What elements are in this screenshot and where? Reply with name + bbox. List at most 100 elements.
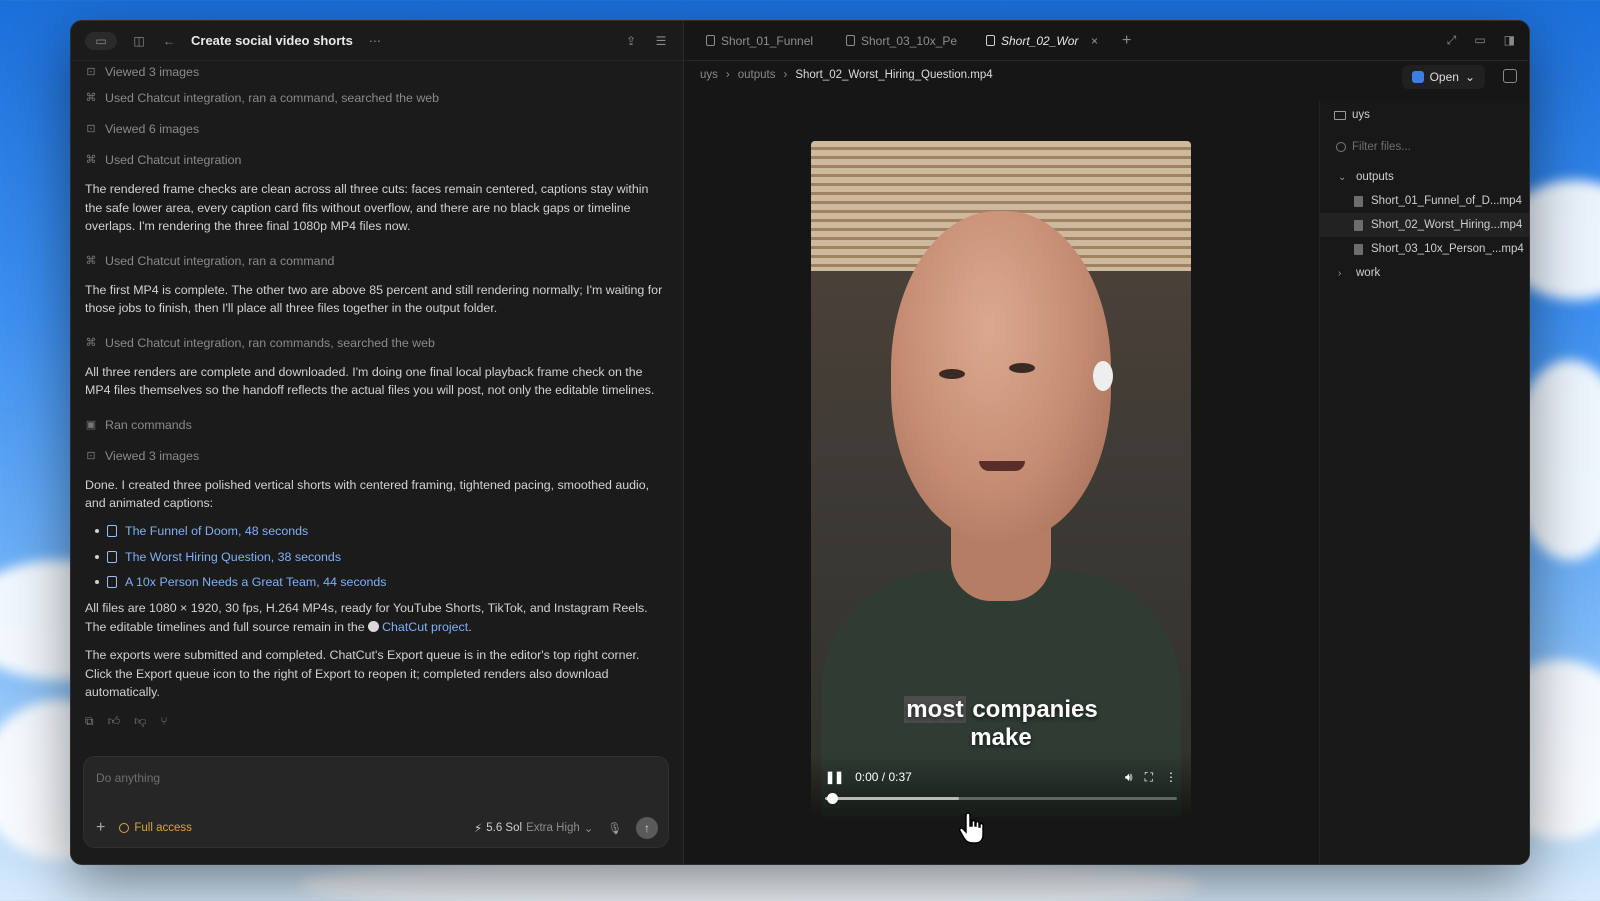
video-speaker-head bbox=[891, 211, 1111, 541]
warning-icon bbox=[119, 823, 130, 833]
conversation-pane: ▭ ◫ ← Create social video shorts ⋯ ⇪ ☰ ⊡… bbox=[71, 21, 684, 864]
close-icon[interactable]: × bbox=[1091, 34, 1098, 48]
folder-outputs[interactable]: ⌄ outputs bbox=[1320, 165, 1529, 189]
terminal-icon: ▣ bbox=[85, 418, 97, 431]
message-text: All files are 1080 × 1920, 30 fps, H.264… bbox=[85, 601, 648, 634]
app-window: ▭ ◫ ← Create social video shorts ⋯ ⇪ ☰ ⊡… bbox=[70, 20, 1530, 865]
send-button[interactable]: ↑ bbox=[636, 817, 658, 839]
integration-icon: ⌘ bbox=[85, 336, 97, 349]
file-row-selected[interactable]: Short_02_Worst_Hiring...mp4 bbox=[1320, 213, 1529, 237]
copy-path-icon[interactable] bbox=[1503, 69, 1517, 83]
breadcrumb-file: Short_02_Worst_Hiring_Question.mp4 bbox=[795, 69, 993, 81]
back-arrow-icon[interactable]: ← bbox=[161, 33, 177, 49]
image-icon: ⊡ bbox=[86, 123, 96, 136]
microphone-icon[interactable]: 🎙︎ bbox=[607, 821, 622, 835]
file-icon bbox=[1354, 219, 1363, 231]
activity-item[interactable]: ⌘ Used Chatcut integration bbox=[85, 145, 669, 176]
video-seek-handle[interactable] bbox=[827, 793, 839, 804]
assistant-message: The first MP4 is complete. The other two… bbox=[85, 282, 663, 316]
activity-item[interactable]: ⊡ Viewed 3 images bbox=[85, 441, 669, 472]
thumbs-down-icon[interactable]: 👎︎ bbox=[134, 712, 146, 731]
panel-icon[interactable]: ◫ bbox=[131, 33, 147, 49]
new-tab-button[interactable]: + bbox=[1112, 32, 1141, 50]
filter-files-input[interactable]: Filter files... bbox=[1328, 135, 1521, 159]
file-name: Short_01_Funnel_of_D...mp4 bbox=[1371, 195, 1522, 207]
pause-button[interactable]: ❚❚ bbox=[825, 770, 844, 784]
assistant-message: All three renders are complete and downl… bbox=[85, 364, 655, 398]
file-link[interactable]: A 10x Person Needs a Great Team, 44 seco… bbox=[95, 570, 669, 596]
activity-item[interactable]: ⌘ Used Chatcut integration, ran a comman… bbox=[85, 246, 669, 277]
copy-icon[interactable]: ⧉ bbox=[85, 712, 94, 731]
open-button[interactable]: Open ⌄ bbox=[1401, 65, 1485, 89]
model-selector[interactable]: ⚡︎ 5.6 Sol Extra High ⌄ bbox=[474, 821, 593, 835]
activity-label: Ran commands bbox=[105, 417, 192, 432]
tab-bar: Short_01_Funnel Short_03_10x_Pe Short_02… bbox=[684, 21, 1529, 61]
split-panel-icon[interactable]: ◨ bbox=[1504, 33, 1515, 48]
preview-pane: Short_01_Funnel Short_03_10x_Pe Short_02… bbox=[684, 21, 1529, 864]
thumbs-up-icon[interactable]: 👍︎ bbox=[108, 712, 121, 731]
folder-work[interactable]: › work bbox=[1320, 261, 1529, 285]
expand-icon[interactable]: ⤢ bbox=[1447, 33, 1457, 48]
chevron-down-icon: ⌄ bbox=[1464, 70, 1475, 84]
activity-label: Viewed 3 images bbox=[105, 448, 200, 463]
file-icon bbox=[107, 525, 117, 538]
activity-item[interactable]: ⌘ Used Chatcut integration, ran commands… bbox=[85, 328, 669, 359]
file-explorer-root[interactable]: uys bbox=[1320, 101, 1529, 129]
thread-title[interactable]: Create social video shorts bbox=[191, 33, 353, 48]
file-icon bbox=[1354, 195, 1363, 207]
model-name: 5.6 Sol bbox=[486, 822, 523, 834]
chevron-right-icon: › bbox=[783, 69, 788, 81]
breadcrumb-folder[interactable]: outputs bbox=[738, 69, 776, 81]
fork-icon[interactable]: ⑂ bbox=[160, 712, 167, 731]
fullscreen-icon[interactable]: ⛶ bbox=[1145, 770, 1153, 785]
video-player[interactable]: most companies make ❚❚ 0:00 / 0:37 🔊︎ ⛶ … bbox=[811, 141, 1191, 817]
file-explorer: uys Filter files... ⌄ outputs Short_01_F… bbox=[1319, 101, 1529, 864]
integration-icon: ⌘ bbox=[85, 92, 97, 105]
minimize-panel-icon[interactable]: ▭ bbox=[1474, 33, 1485, 48]
bullet bbox=[95, 554, 99, 559]
activity-item[interactable]: ▣ Ran commands bbox=[85, 410, 669, 441]
access-mode-button[interactable]: Full access bbox=[119, 822, 192, 834]
image-icon: ⊡ bbox=[86, 65, 96, 78]
tab-short-03[interactable]: Short_03_10x_Pe bbox=[832, 21, 972, 60]
file-link[interactable]: The Funnel of Doom, 48 seconds bbox=[95, 519, 669, 545]
composer-input[interactable]: Do anything bbox=[96, 771, 160, 785]
activity-item[interactable]: ⊡ Viewed 6 images bbox=[85, 114, 669, 145]
more-vertical-icon[interactable]: ⋮ bbox=[1165, 770, 1177, 784]
file-link-label: A 10x Person Needs a Great Team, 44 seco… bbox=[125, 575, 387, 589]
volume-icon[interactable]: 🔊︎ bbox=[1125, 770, 1133, 785]
activity-item[interactable]: ⌘ Used Chatcut integration, ran a comman… bbox=[85, 83, 669, 114]
activity-label: Used Chatcut integration bbox=[105, 153, 242, 168]
activity-label: Used Chatcut integration, ran a command,… bbox=[105, 91, 440, 106]
video-speaker-mouth bbox=[979, 461, 1025, 471]
file-name: Short_03_10x_Person_...mp4 bbox=[1371, 243, 1524, 255]
file-row[interactable]: Short_03_10x_Person_...mp4 bbox=[1320, 237, 1529, 261]
tab-label: Short_03_10x_Pe bbox=[861, 33, 958, 48]
breadcrumb-root[interactable]: uys bbox=[700, 69, 718, 81]
composer-toolbar: + Full access ⚡︎ 5.6 Sol Extra High ⌄ 🎙︎… bbox=[96, 817, 658, 839]
chevron-down-icon: ⌄ bbox=[583, 823, 594, 835]
chatcut-project-link[interactable]: ChatCut project bbox=[382, 620, 468, 634]
tab-short-02[interactable]: Short_02_Wor × bbox=[972, 21, 1112, 60]
reasoning-effort: Extra High bbox=[526, 822, 580, 834]
video-speaker-eye bbox=[1009, 363, 1035, 373]
share-icon[interactable]: ⇪ bbox=[623, 33, 639, 49]
folder-icon bbox=[1334, 110, 1346, 120]
add-attachment-button[interactable]: + bbox=[96, 819, 105, 837]
folder-label: work bbox=[1356, 267, 1381, 279]
assistant-message: The exports were submitted and completed… bbox=[85, 648, 640, 699]
file-link[interactable]: The Worst Hiring Question, 38 seconds bbox=[95, 544, 669, 570]
video-time: 0:00 / 0:37 bbox=[855, 770, 912, 784]
activity-item[interactable]: ⊡ Viewed 3 images bbox=[85, 65, 669, 83]
assistant-message: Done. I created three polished vertical … bbox=[85, 477, 650, 511]
file-row[interactable]: Short_01_Funnel_of_D...mp4 bbox=[1320, 189, 1529, 213]
sidebar-toggle-button[interactable]: ▭ bbox=[85, 31, 117, 50]
file-link-label: The Funnel of Doom, 48 seconds bbox=[125, 524, 309, 538]
more-icon[interactable]: ⋯ bbox=[367, 33, 383, 49]
video-seek-bar[interactable] bbox=[825, 793, 1177, 804]
diff-icon[interactable]: ☰ bbox=[653, 33, 669, 49]
video-controls: ❚❚ 0:00 / 0:37 🔊︎ ⛶ ⋮ bbox=[811, 753, 1191, 817]
composer[interactable]: Do anything + Full access ⚡︎ 5.6 Sol Ext… bbox=[83, 756, 669, 848]
tab-short-01[interactable]: Short_01_Funnel bbox=[692, 21, 832, 60]
file-name: Short_02_Worst_Hiring...mp4 bbox=[1371, 219, 1523, 231]
